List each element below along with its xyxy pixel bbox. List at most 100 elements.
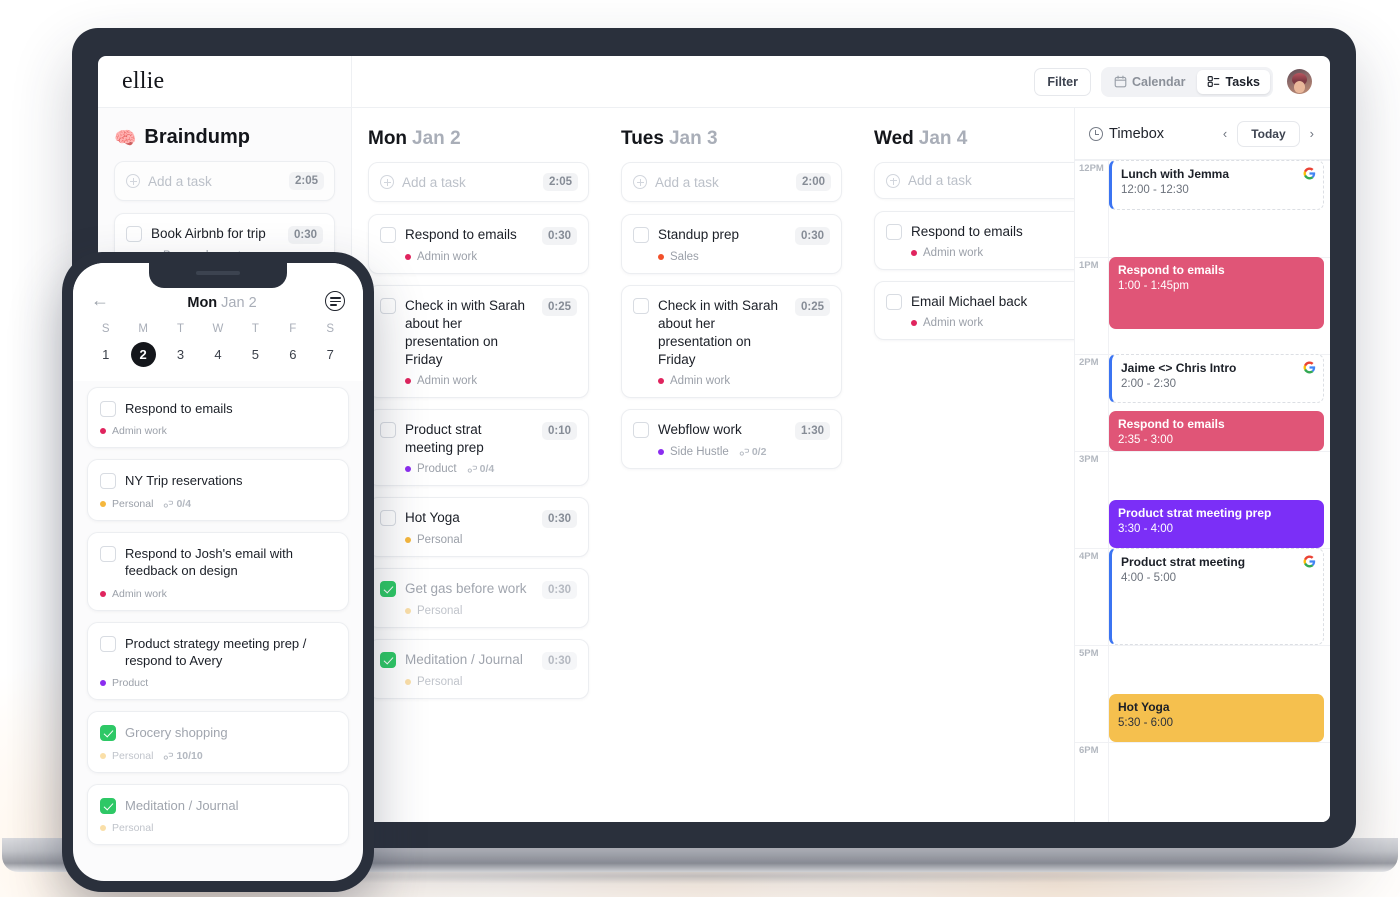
google-icon bbox=[1303, 167, 1316, 180]
column-add-task[interactable]: Add a task bbox=[874, 162, 1074, 199]
task-meta: Admin work bbox=[886, 317, 1074, 329]
task-checkbox[interactable] bbox=[633, 422, 649, 439]
hour-label: 1PM bbox=[1079, 260, 1099, 271]
tag-dot bbox=[405, 537, 411, 544]
prev-day-button[interactable]: ‹ bbox=[1219, 124, 1231, 143]
task-row: Book Airbnb for trip 0:30 bbox=[126, 225, 323, 244]
task-card[interactable]: Respond to Josh's email with feedback on… bbox=[87, 531, 349, 611]
day-name: W bbox=[212, 323, 224, 335]
day-cell[interactable]: S7 bbox=[312, 323, 349, 367]
task-checkbox[interactable] bbox=[100, 797, 116, 814]
calendar-event[interactable]: Lunch with Jemma 12:00 - 12:30 bbox=[1109, 160, 1324, 210]
task-checkbox[interactable] bbox=[886, 294, 902, 311]
task-meta: Admin work bbox=[886, 247, 1074, 259]
timebox-event[interactable]: Product strat meeting prep 3:30 - 4:00 bbox=[1109, 500, 1324, 548]
task-card[interactable]: Meditation / Journal Personal bbox=[87, 783, 349, 846]
day-columns: Mon Jan 2 Add a task 2:05 Respond to emails 0… bbox=[352, 108, 1074, 822]
task-checkbox[interactable] bbox=[100, 545, 116, 562]
tab-calendar[interactable]: Calendar bbox=[1104, 70, 1196, 94]
task-checkbox[interactable] bbox=[633, 298, 649, 314]
task-row: Check in with Sarah about her presentati… bbox=[380, 297, 577, 369]
day-cell[interactable]: S1 bbox=[87, 323, 124, 367]
task-checkbox[interactable] bbox=[380, 581, 396, 598]
task-card[interactable]: Standup prep 0:30 Sales bbox=[621, 214, 842, 274]
timebox-event[interactable]: Hot Yoga 5:30 - 6:00 bbox=[1109, 694, 1324, 742]
task-checkbox[interactable] bbox=[126, 226, 142, 242]
task-card[interactable]: Respond to emails 0:30 Admin work bbox=[368, 214, 589, 274]
task-card[interactable]: Grocery shopping Personal 10/10 bbox=[87, 711, 349, 773]
task-checkbox[interactable] bbox=[380, 422, 396, 439]
task-card[interactable]: Respond to emails Admin work bbox=[874, 211, 1074, 271]
braindump-add-task[interactable]: Add a task 2:05 bbox=[114, 161, 335, 201]
task-tag: Sales bbox=[670, 251, 699, 263]
task-card[interactable]: Check in with Sarah about her presentati… bbox=[621, 285, 842, 399]
task-title: NY Trip reservations bbox=[125, 473, 243, 489]
task-card[interactable]: Hot Yoga 0:30 Personal bbox=[368, 497, 589, 558]
timebox-event[interactable]: Respond to emails 2:35 - 3:00 bbox=[1109, 411, 1324, 451]
task-row: Respond to emails bbox=[886, 223, 1074, 241]
task-meta: Personal bbox=[380, 605, 577, 617]
task-card[interactable]: Respond to emails Admin work bbox=[87, 387, 349, 449]
task-tag: Admin work bbox=[112, 425, 167, 438]
task-card[interactable]: Product strat meeting prep 0:10 Product 0/4 bbox=[368, 409, 589, 487]
today-button[interactable]: Today bbox=[1237, 120, 1300, 147]
day-cell[interactable]: M2 bbox=[124, 323, 161, 367]
tag-dot bbox=[911, 250, 917, 257]
calendar-event[interactable]: Jaime <> Chris Intro 2:00 - 2:30 bbox=[1109, 354, 1324, 403]
day-cell[interactable]: F6 bbox=[274, 323, 311, 367]
task-card[interactable]: Webflow work 1:30 Side Hustle 0/2 bbox=[621, 409, 842, 470]
filter-button[interactable]: Filter bbox=[1034, 67, 1091, 96]
task-checkbox[interactable] bbox=[380, 652, 396, 669]
task-tag: Admin work bbox=[417, 375, 478, 388]
tab-tasks[interactable]: Tasks bbox=[1197, 69, 1270, 94]
day-name: S bbox=[326, 323, 335, 335]
task-checkbox[interactable] bbox=[633, 227, 649, 243]
calendar-icon bbox=[1114, 75, 1127, 88]
event-title: Product strat meeting prep bbox=[1118, 506, 1272, 520]
timebox-title: Timebox bbox=[1089, 126, 1213, 142]
column-add-task[interactable]: Add a task 2:05 bbox=[368, 162, 589, 202]
task-meta: Admin work bbox=[633, 375, 830, 387]
timebox-panel: Timebox ‹ Today › 12PM 1PM 2PM 3PM 4PM 5PM 6PM… bbox=[1074, 108, 1330, 822]
day-cell[interactable]: W4 bbox=[199, 323, 236, 367]
task-card[interactable]: Check in with Sarah about her presentati… bbox=[368, 285, 589, 399]
task-row: Product strategy meeting prep / respond … bbox=[100, 635, 336, 670]
task-title: Hot Yoga bbox=[405, 510, 460, 526]
task-checkbox[interactable] bbox=[886, 224, 902, 240]
task-meta: Admin work bbox=[380, 251, 577, 263]
tag-dot bbox=[405, 466, 411, 473]
task-card[interactable]: Meditation / Journal 0:30 Personal bbox=[368, 639, 589, 700]
task-checkbox[interactable] bbox=[380, 298, 396, 314]
next-day-button[interactable]: › bbox=[1306, 124, 1318, 143]
timebox-event[interactable]: Respond to emails 1:00 - 1:45pm bbox=[1109, 257, 1324, 329]
task-title: Webflow work bbox=[658, 422, 742, 438]
day-cell[interactable]: T3 bbox=[162, 323, 199, 367]
task-checkbox[interactable] bbox=[100, 725, 116, 742]
task-title: Product strategy meeting prep / respond … bbox=[125, 635, 307, 669]
task-meta: Personal 0/4 bbox=[100, 498, 336, 510]
task-card[interactable]: Email Michael back Admin work bbox=[874, 281, 1074, 341]
task-duration: 0:30 bbox=[794, 227, 830, 245]
column-add-task[interactable]: Add a task 2:00 bbox=[621, 162, 842, 202]
task-card[interactable]: NY Trip reservations Personal 0/4 bbox=[87, 459, 349, 521]
task-card[interactable]: Get gas before work 0:30 Personal bbox=[368, 568, 589, 629]
tab-calendar-label: Calendar bbox=[1131, 74, 1186, 89]
task-checkbox[interactable] bbox=[100, 401, 116, 417]
task-checkbox[interactable] bbox=[100, 473, 116, 490]
menu-icon[interactable] bbox=[325, 291, 345, 311]
avatar[interactable] bbox=[1287, 69, 1312, 94]
tag-dot bbox=[911, 320, 917, 327]
task-checkbox[interactable] bbox=[100, 635, 116, 652]
task-title: Get gas before work bbox=[405, 581, 527, 597]
back-arrow-icon[interactable]: ← bbox=[91, 290, 119, 311]
day-cell[interactable]: T5 bbox=[237, 323, 274, 367]
timebox-grid[interactable]: 12PM1PM2PM3PM4PM5PM6PM7PMLunch with Jemm… bbox=[1075, 160, 1330, 822]
event-time: 5:30 - 6:00 bbox=[1118, 717, 1173, 729]
task-checkbox[interactable] bbox=[380, 510, 396, 527]
task-card[interactable]: Product strategy meeting prep / respond … bbox=[87, 621, 349, 701]
calendar-event[interactable]: Product strat meeting 4:00 - 5:00 bbox=[1109, 548, 1324, 645]
braindump-total-time: 2:05 bbox=[288, 172, 324, 190]
day-column-mon: Mon Jan 2 Add a task 2:05 Respond to emails 0… bbox=[352, 108, 605, 822]
task-checkbox[interactable] bbox=[380, 227, 396, 243]
task-title: Respond to emails bbox=[911, 224, 1023, 239]
